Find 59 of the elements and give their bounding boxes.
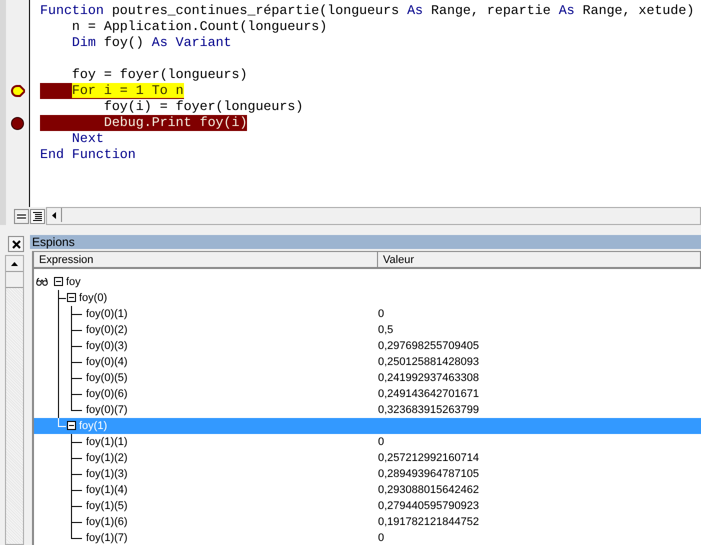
- lines-icon: [33, 212, 42, 220]
- code-line: Dim foy() As Variant: [70, 35, 232, 51]
- code-line: Function poutres_continues_répartie(longueurs As Range, repartie As Range, xetude): [40, 3, 694, 19]
- collapse-toggle-icon[interactable]: [67, 421, 76, 430]
- watch-expression: foy(0)(2): [86, 323, 128, 338]
- left-arrow-icon: [52, 212, 56, 218]
- two-lines-icon: [17, 212, 26, 220]
- code-line: foy(i) = foyer(longueurs): [102, 99, 304, 115]
- panel-title: Espions: [32, 235, 75, 249]
- full-module-view-button[interactable]: [30, 208, 45, 224]
- watch-expression: foy(0)(7): [86, 403, 128, 418]
- column-header[interactable]: Valeur: [378, 252, 701, 267]
- watch-expression: foy(1)(5): [86, 499, 128, 514]
- watch-value: 0,293088015642462: [378, 483, 479, 498]
- watch-expression: foy(1)(6): [86, 515, 128, 530]
- column-header[interactable]: Expression: [34, 252, 378, 267]
- watch-value: 0: [378, 307, 384, 322]
- watch-expression: foy: [66, 275, 81, 290]
- code-line: n = Application.Count(longueurs): [70, 19, 328, 35]
- code-line: Next: [70, 131, 104, 147]
- watch-expression: foy(1)(7): [86, 531, 128, 545]
- watch-expression: foy(1)(1): [86, 435, 128, 450]
- watch-expression: foy(1)(2): [86, 451, 128, 466]
- watch-expression: foy(0)(1): [86, 307, 128, 322]
- watch-expression: foy(1)(4): [86, 483, 128, 498]
- close-button[interactable]: [8, 236, 24, 252]
- watch-value: 0,250125881428093: [378, 355, 479, 370]
- code-line: End Function: [40, 147, 136, 163]
- breakpoint-icon: [11, 116, 24, 130]
- watch-value: 0: [378, 531, 384, 545]
- watch-value: 0,5: [378, 323, 394, 338]
- watch-expression: foy(0)(3): [86, 339, 128, 354]
- watch-value: 0,279440595790923: [378, 499, 479, 514]
- watch-value: 0,249143642701671: [378, 387, 479, 402]
- watch-expression: foy(0)(5): [86, 371, 128, 386]
- code-line: foy = foyer(longueurs): [70, 67, 248, 83]
- current-line-arrow-icon: [10, 85, 24, 97]
- watch-value: 0,257212992160714: [378, 451, 479, 466]
- collapse-toggle-icon[interactable]: [54, 277, 63, 286]
- watch-value: 0,191782121844752: [378, 515, 479, 530]
- watch-value: 0,241992937463308: [378, 371, 479, 386]
- scroll-thumb[interactable]: [6, 272, 23, 288]
- watch-value: 0,289493964787105: [378, 467, 479, 482]
- collapse-toggle-icon[interactable]: [67, 293, 76, 302]
- horizontal-scrollbar[interactable]: [46, 207, 701, 225]
- close-icon: [12, 240, 20, 248]
- watch-expression: foy(1): [79, 419, 108, 434]
- procedure-view-button[interactable]: [14, 208, 29, 224]
- watch-expression: foy(0)(4): [86, 355, 128, 370]
- glasses-icon: [36, 278, 48, 286]
- watch-expression: foy(1)(3): [86, 467, 128, 482]
- vertical-scrollbar[interactable]: [5, 255, 24, 545]
- watch-value: 0,297698255709405: [378, 339, 479, 354]
- scroll-up-button[interactable]: [6, 256, 23, 272]
- up-arrow-icon: [11, 262, 18, 266]
- watch-value: 0: [378, 435, 384, 450]
- watch-expression: foy(0): [79, 291, 108, 306]
- watch-value: 0,323683915263799: [378, 403, 479, 418]
- watch-expression: foy(0)(6): [86, 387, 128, 402]
